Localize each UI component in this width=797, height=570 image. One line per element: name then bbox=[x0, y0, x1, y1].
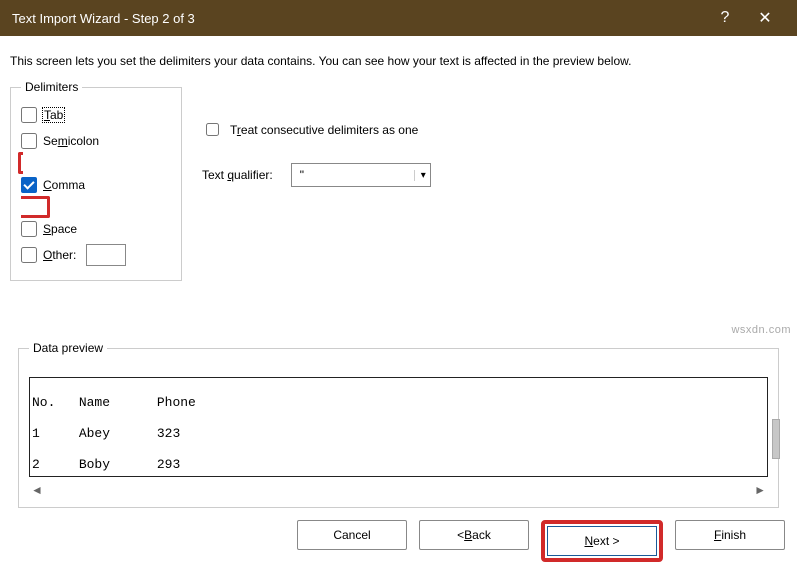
consecutive-row[interactable]: Treat consecutive delimiters as one bbox=[202, 120, 431, 139]
delimiter-semicolon-label: Semicolon bbox=[43, 134, 99, 148]
delimiter-tab-label: Tab bbox=[43, 108, 64, 122]
scroll-left-icon[interactable]: ◄ bbox=[31, 483, 43, 497]
delimiter-comma-checkbox[interactable] bbox=[21, 177, 37, 193]
qualifier-value: " bbox=[300, 168, 304, 182]
finish-button[interactable]: Finish bbox=[675, 520, 785, 550]
help-button[interactable]: ? bbox=[705, 9, 745, 27]
delimiter-tab-checkbox[interactable] bbox=[21, 107, 37, 123]
delimiter-other-row[interactable]: Other: bbox=[21, 244, 171, 266]
close-button[interactable]: ✕ bbox=[745, 8, 785, 28]
table-row: 2 Boby 293 bbox=[32, 457, 765, 473]
consecutive-label: Treat consecutive delimiters as one bbox=[230, 123, 418, 137]
title-bar: Text Import Wizard - Step 2 of 3 ? ✕ bbox=[0, 0, 797, 36]
window-title: Text Import Wizard - Step 2 of 3 bbox=[12, 11, 705, 26]
back-button[interactable]: < Back bbox=[419, 520, 529, 550]
qualifier-label: Text qualifier: bbox=[202, 168, 273, 182]
delimiter-space-label: Space bbox=[43, 222, 77, 236]
delimiter-comma-label: Comma bbox=[43, 178, 85, 192]
delimiter-tab-row[interactable]: Tab bbox=[21, 104, 171, 126]
cancel-button[interactable]: Cancel bbox=[297, 520, 407, 550]
next-button[interactable]: Next > bbox=[547, 526, 657, 556]
data-preview-group: Data preview No. Name Phone 1 Abey 323 2… bbox=[18, 341, 779, 508]
next-button-highlight: Next > bbox=[541, 520, 663, 562]
delimiter-space-checkbox[interactable] bbox=[21, 221, 37, 237]
watermark: wsxdn.com bbox=[731, 324, 791, 336]
table-row: 1 Abey 323 bbox=[32, 426, 765, 442]
delimiters-legend: Delimiters bbox=[21, 80, 82, 94]
delimiter-other-input[interactable] bbox=[86, 244, 126, 266]
qualifier-select[interactable]: " ▾ bbox=[291, 163, 431, 187]
delimiters-group: Delimiters Tab Semicolon Comma Space bbox=[10, 80, 182, 281]
data-preview-legend: Data preview bbox=[29, 341, 107, 355]
data-preview-box: No. Name Phone 1 Abey 323 2 Boby 293 3 C… bbox=[29, 377, 768, 477]
delimiter-semicolon-row[interactable]: Semicolon bbox=[21, 130, 171, 152]
delimiter-comma-row[interactable]: Comma bbox=[21, 174, 171, 196]
chevron-down-icon: ▾ bbox=[414, 170, 426, 181]
delimiter-other-checkbox[interactable] bbox=[21, 247, 37, 263]
scroll-right-icon[interactable]: ► bbox=[754, 483, 766, 497]
consecutive-checkbox[interactable] bbox=[206, 123, 219, 136]
delimiter-space-row[interactable]: Space bbox=[21, 218, 171, 240]
vertical-scroll-thumb[interactable] bbox=[772, 419, 780, 459]
delimiter-other-label: Other: bbox=[43, 248, 76, 262]
preview-header-row: No. Name Phone bbox=[32, 395, 765, 411]
delimiter-comma-highlight: Comma bbox=[18, 152, 171, 218]
delimiter-semicolon-checkbox[interactable] bbox=[21, 133, 37, 149]
horizontal-scrollbar[interactable]: ◄ ► bbox=[29, 481, 768, 499]
instructions-text: This screen lets you set the delimiters … bbox=[10, 54, 789, 68]
